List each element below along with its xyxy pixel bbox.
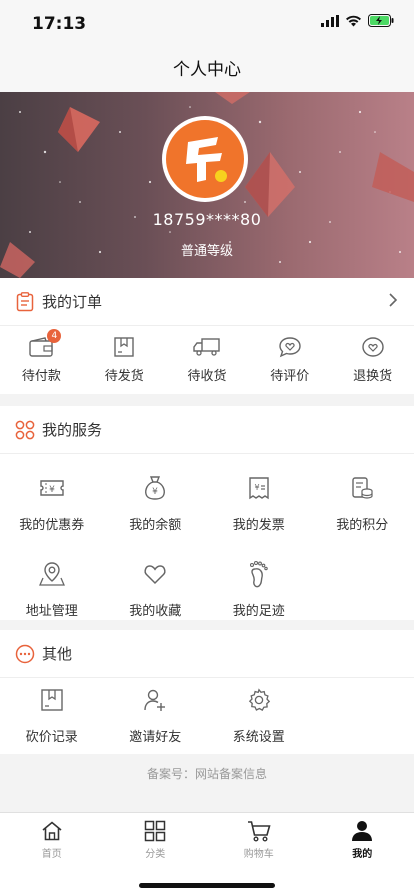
service-address[interactable]: 地址管理 (0, 540, 104, 626)
service-label: 地址管理 (25, 604, 78, 619)
orders-header[interactable]: 我的订单 (0, 278, 414, 326)
order-label: 待付款 (21, 368, 61, 384)
home-indicator (139, 883, 275, 888)
service-favorites[interactable]: 我的收藏 (104, 540, 208, 626)
order-pending-receipt[interactable]: 待收货 (166, 335, 249, 384)
points-icon (352, 477, 373, 499)
others-header: 其他 (0, 630, 414, 678)
services-section: 我的服务 ¥ 我的优惠券 ¥ 我的余额 ¥ 我的发票 我的积分 地址管理 我的收… (0, 406, 414, 620)
order-return-exchange[interactable]: 退换货 (331, 335, 414, 384)
order-pending-payment[interactable]: 4 待付款 (0, 328, 83, 384)
invoice-icon: ¥ (249, 477, 269, 500)
others-title: 其他 (42, 645, 73, 663)
chevron-right-icon[interactable] (388, 292, 398, 308)
svg-text:¥: ¥ (152, 487, 158, 497)
tab-label: 首页 (41, 849, 62, 860)
location-icon (38, 562, 65, 586)
comment-heart-icon (279, 336, 301, 357)
category-grid-icon (145, 820, 166, 842)
order-list-icon (14, 291, 36, 313)
footprint-icon (249, 560, 268, 588)
service-invoice[interactable]: ¥ 我的发票 (207, 454, 311, 540)
logo-mark-icon (186, 137, 227, 182)
brand-logo (166, 120, 244, 198)
user-level: 普通等级 (180, 244, 233, 259)
tab-label: 购物车 (243, 849, 274, 860)
orders-title: 我的订单 (42, 293, 103, 311)
box-icon (114, 336, 134, 357)
orders-section: 我的订单 4 待付款 待发货 待收货 待评价 退换货 (0, 278, 414, 394)
coupon-icon: ¥ (40, 480, 64, 496)
service-points[interactable]: 我的积分 (311, 454, 414, 540)
status-time: 17:13 (32, 14, 87, 34)
other-label: 邀请好友 (129, 730, 182, 745)
services-grid: ¥ 我的优惠券 ¥ 我的余额 ¥ 我的发票 我的积分 地址管理 我的收藏 我的足… (0, 454, 414, 626)
signal-icon (321, 14, 339, 27)
others-grid: 砍价记录 邀请好友 系统设置 (0, 678, 414, 754)
other-invite-friends[interactable]: 邀请好友 (104, 678, 208, 754)
icp-record: 备案号：网站备案信息 (146, 767, 267, 781)
service-label: 我的足迹 (232, 604, 285, 619)
others-section: 其他 砍价记录 邀请好友 系统设置 (0, 630, 414, 754)
service-footprint[interactable]: 我的足迹 (207, 540, 311, 626)
order-label: 待评价 (270, 368, 310, 384)
heart-icon (144, 565, 166, 585)
tab-home[interactable]: 首页 (0, 813, 104, 896)
page-title: 个人中心 (173, 60, 241, 80)
other-bargain-records[interactable]: 砍价记录 (0, 678, 104, 754)
home-icon (42, 821, 62, 841)
order-label: 退换货 (353, 368, 393, 384)
user-phone: 18759****80 (152, 210, 262, 229)
service-label: 我的优惠券 (19, 518, 85, 533)
other-label: 砍价记录 (25, 730, 78, 745)
order-badge: 4 (47, 328, 62, 343)
tab-label: 我的 (352, 849, 373, 860)
order-status-row: 4 待付款 待发货 待收货 待评价 退换货 (0, 326, 414, 392)
status-bar: 17:13 (0, 0, 414, 48)
return-heart-icon (361, 336, 384, 357)
svg-text:¥: ¥ (49, 485, 55, 495)
service-coupon[interactable]: ¥ 我的优惠券 (0, 454, 104, 540)
order-label: 待收货 (187, 368, 227, 384)
tab-label: 分类 (145, 849, 166, 860)
avatar[interactable] (162, 116, 248, 202)
tab-bar: 首页 分类 购物车 我的 (0, 812, 414, 896)
services-header: 我的服务 (0, 406, 414, 454)
settings-gear-icon (248, 688, 270, 711)
bargain-icon (41, 689, 63, 711)
tab-mine[interactable]: 我的 (311, 813, 414, 896)
service-label: 我的收藏 (129, 604, 182, 619)
four-squares-icon (14, 419, 36, 441)
service-balance[interactable]: ¥ 我的余额 (104, 454, 208, 540)
service-label: 我的余额 (129, 518, 182, 533)
nav-bar: 个人中心 (0, 48, 414, 92)
services-title: 我的服务 (42, 421, 103, 439)
invite-user-icon (144, 689, 166, 711)
service-label: 我的积分 (336, 518, 389, 533)
service-label: 我的发票 (232, 518, 285, 533)
wifi-icon (346, 15, 361, 26)
user-icon (352, 821, 373, 841)
other-label: 系统设置 (232, 730, 285, 745)
status-icons (321, 14, 394, 27)
battery-charging-icon (368, 14, 394, 27)
money-bag-icon: ¥ (145, 476, 166, 500)
truck-icon (193, 337, 220, 356)
cart-icon (247, 821, 271, 842)
svg-text:¥: ¥ (254, 483, 259, 492)
order-label: 待发货 (104, 368, 144, 384)
more-dots-icon (14, 643, 36, 665)
order-pending-review[interactable]: 待评价 (248, 335, 331, 384)
order-pending-shipment[interactable]: 待发货 (83, 335, 166, 384)
other-system-settings[interactable]: 系统设置 (207, 678, 311, 754)
